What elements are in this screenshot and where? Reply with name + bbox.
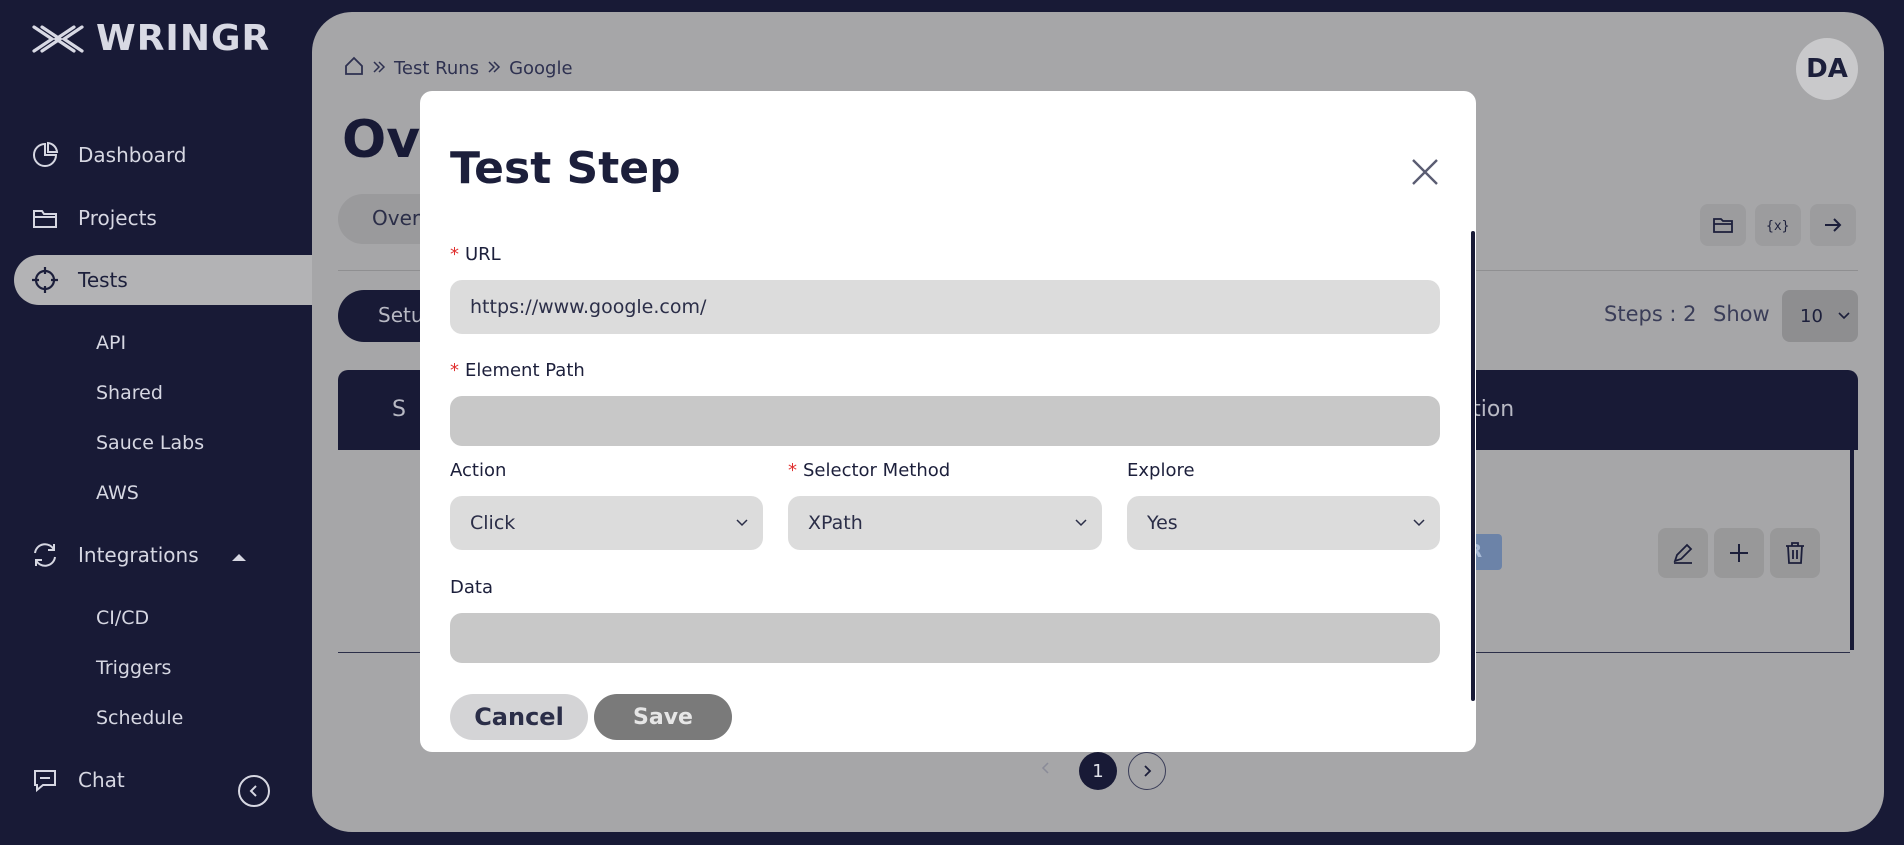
sidebar-item-label: Chat xyxy=(78,768,125,792)
open-folder-button[interactable] xyxy=(1700,204,1746,246)
modal-title: Test Step xyxy=(450,143,681,194)
brand-logo[interactable]: WRINGR xyxy=(30,18,270,59)
required-marker: * xyxy=(788,460,797,481)
breadcrumb-google[interactable]: Google xyxy=(509,58,572,79)
sidebar-subitem-shared[interactable]: Shared xyxy=(96,382,163,404)
avatar[interactable]: DA xyxy=(1796,38,1858,100)
url-value: https://www.google.com/ xyxy=(470,296,707,318)
chevron-double-right-icon xyxy=(487,58,501,79)
selector-method-label: * Selector Method xyxy=(788,460,951,481)
chevron-down-icon xyxy=(736,519,748,527)
selector-method-value: XPath xyxy=(808,512,863,534)
sidebar-item-label: Tests xyxy=(78,268,128,292)
variables-button[interactable]: {x} xyxy=(1755,204,1801,246)
add-step-button[interactable] xyxy=(1714,528,1764,578)
required-marker: * xyxy=(450,360,459,381)
page-size-value: 10 xyxy=(1800,305,1823,327)
selector-method-select[interactable]: XPath xyxy=(788,496,1102,550)
delete-step-button[interactable] xyxy=(1770,528,1820,578)
show-label: Show xyxy=(1713,302,1770,326)
action-label: Action xyxy=(450,460,507,481)
refresh-icon xyxy=(30,540,60,570)
url-label: * URL xyxy=(450,244,501,265)
test-step-modal: Test Step * URL https://www.google.com/ *… xyxy=(420,91,1476,752)
folder-icon xyxy=(30,203,60,233)
sidebar-item-label: Dashboard xyxy=(78,143,187,167)
caret-up-icon xyxy=(231,543,247,567)
action-select[interactable]: Click xyxy=(450,496,763,550)
pencil-icon xyxy=(1673,543,1693,564)
chevron-double-right-icon xyxy=(372,58,386,79)
url-input[interactable]: https://www.google.com/ xyxy=(450,280,1440,334)
collapse-sidebar-button[interactable] xyxy=(238,775,270,807)
chevron-right-icon xyxy=(1144,765,1152,777)
crosshair-icon xyxy=(30,265,60,295)
sidebar-item-integrations[interactable]: Integrations xyxy=(14,530,312,580)
brand-name: WRINGR xyxy=(96,18,271,59)
cancel-button[interactable]: Cancel xyxy=(450,694,588,740)
sidebar-subitem-sauce-labs[interactable]: Sauce Labs xyxy=(96,432,204,454)
save-button[interactable]: Save xyxy=(594,694,732,740)
wringr-logo-icon xyxy=(32,24,84,53)
prev-page-button[interactable] xyxy=(1040,760,1052,779)
sidebar-subitem-api[interactable]: API xyxy=(96,332,126,354)
page-size-select[interactable]: 10 xyxy=(1782,290,1858,342)
data-label: Data xyxy=(450,577,493,598)
sidebar-item-label: Integrations xyxy=(78,543,199,567)
home-icon[interactable] xyxy=(344,56,364,81)
sidebar-item-tests[interactable]: Tests xyxy=(14,255,312,305)
variable-icon: {x} xyxy=(1766,219,1789,234)
sidebar-item-projects[interactable]: Projects xyxy=(14,193,312,243)
explore-value: Yes xyxy=(1147,512,1178,534)
trash-icon xyxy=(1786,542,1804,564)
table-header-step: S xyxy=(392,397,406,422)
close-icon xyxy=(1412,159,1438,185)
data-input[interactable] xyxy=(450,613,1440,663)
folder-icon xyxy=(1713,218,1733,233)
plus-icon xyxy=(1730,544,1748,562)
sidebar-subitem-cicd[interactable]: CI/CD xyxy=(96,607,149,629)
chevron-down-icon xyxy=(1075,519,1087,527)
sidebar-subitem-aws[interactable]: AWS xyxy=(96,482,139,504)
sidebar-item-label: Projects xyxy=(78,206,157,230)
required-marker: * xyxy=(450,244,459,265)
explore-label: Explore xyxy=(1127,460,1195,481)
page-number-current[interactable]: 1 xyxy=(1079,752,1117,790)
table-scrollbar[interactable] xyxy=(1850,450,1854,650)
sidebar: WRINGR Dashboard Projects Tests API Shar… xyxy=(0,0,312,845)
next-page-button[interactable] xyxy=(1128,752,1166,790)
element-path-input[interactable] xyxy=(450,396,1440,446)
breadcrumb-test-runs[interactable]: Test Runs xyxy=(394,58,479,79)
action-value: Click xyxy=(470,512,516,534)
sidebar-item-dashboard[interactable]: Dashboard xyxy=(14,130,312,180)
element-path-label: * Element Path xyxy=(450,360,585,381)
chevron-down-icon xyxy=(1838,312,1850,320)
svg-text:{x}: {x} xyxy=(1766,219,1789,234)
explore-select[interactable]: Yes xyxy=(1127,496,1440,550)
breadcrumb: Test Runs Google xyxy=(344,56,573,81)
steps-count: Steps : 2 xyxy=(1604,302,1697,326)
chevron-left-icon xyxy=(249,785,257,797)
chevron-left-icon xyxy=(1041,762,1049,774)
sidebar-subitem-triggers[interactable]: Triggers xyxy=(96,657,171,679)
run-button[interactable] xyxy=(1810,204,1856,246)
modal-scrollbar[interactable] xyxy=(1471,231,1475,701)
sidebar-subitem-schedule[interactable]: Schedule xyxy=(96,707,183,729)
edit-step-button[interactable] xyxy=(1658,528,1708,578)
chat-icon xyxy=(30,765,60,795)
close-button[interactable] xyxy=(1408,155,1442,189)
pie-chart-icon xyxy=(30,140,60,170)
arrow-right-icon xyxy=(1825,218,1842,232)
chevron-down-icon xyxy=(1413,519,1425,527)
